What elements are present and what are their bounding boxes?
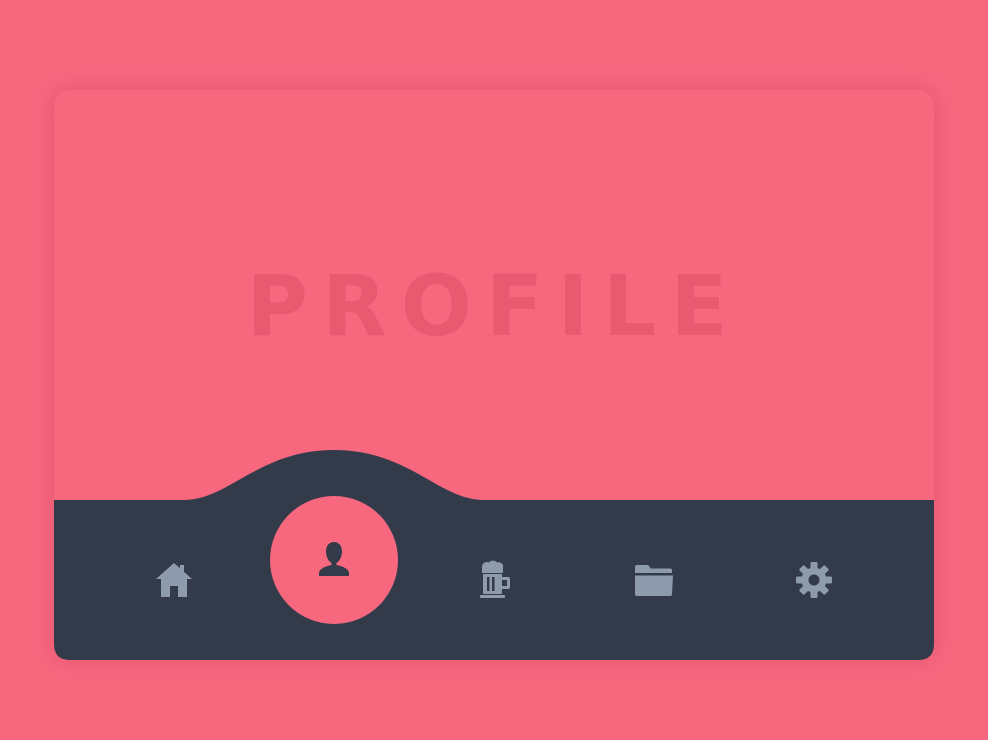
nav-item-files[interactable]: [614, 540, 694, 620]
nav-item-profile[interactable]: [270, 496, 398, 624]
bottom-navbar: [54, 446, 934, 660]
nav-item-settings[interactable]: [774, 540, 854, 620]
user-icon: [319, 542, 349, 576]
beer-mug-icon: [480, 560, 510, 598]
page-title: PROFILE: [246, 257, 742, 355]
nav-item-home[interactable]: [134, 540, 214, 620]
home-icon: [156, 563, 192, 597]
gear-icon: [796, 562, 832, 598]
folder-icon: [635, 565, 673, 596]
nav-item-drinks[interactable]: [454, 540, 534, 620]
